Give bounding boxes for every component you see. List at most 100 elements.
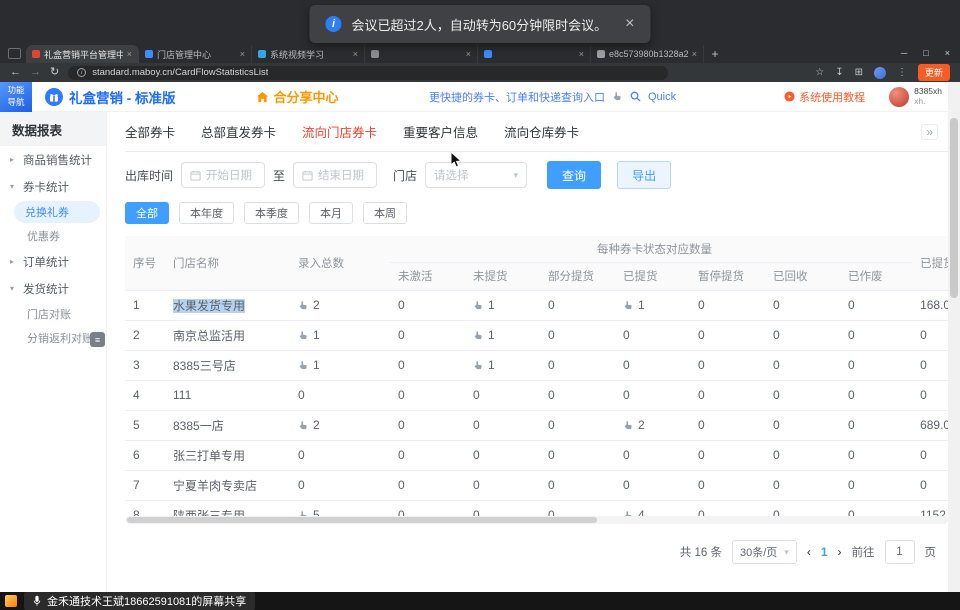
sidebar-item-product-sales-stats[interactable]: ▸ 商品销售统计 — [0, 146, 106, 173]
cell-status-count: 0 — [615, 380, 690, 410]
page-size-select[interactable]: 30条/页 ▾ — [732, 540, 797, 564]
vertical-scrollbar[interactable] — [948, 82, 960, 592]
share-center-link[interactable]: 合分享中心 — [256, 87, 339, 106]
tab-close-icon[interactable]: × — [692, 49, 697, 59]
browser-chrome: i 会议已超过2人，自动转为60分钟限时会议。 × 礼盒营销平台管理中心×门店管… — [0, 0, 960, 82]
horizontal-scrollbar-thumb[interactable] — [127, 517, 597, 523]
hand-link-icon[interactable] — [473, 300, 484, 311]
prev-page-button[interactable]: ‹ — [807, 545, 811, 559]
browser-tab[interactable]: × — [365, 45, 478, 63]
tab-panel-icon[interactable] — [8, 48, 21, 59]
toast-close-icon[interactable]: × — [625, 15, 634, 33]
meeting-app-icon[interactable] — [5, 595, 17, 607]
table-row: 8陕西张三专用500040001152.0 — [125, 500, 948, 516]
sidebar-item-label: 订单统计 — [23, 254, 69, 270]
hand-link-icon[interactable] — [298, 360, 309, 371]
quick-filter-year[interactable]: 本年度 — [179, 202, 234, 224]
bookmark-star-icon[interactable]: ☆ — [815, 67, 824, 78]
cell-status-count: 0 — [540, 470, 615, 500]
vertical-scrollbar-thumb[interactable] — [950, 118, 958, 298]
back-icon[interactable]: ← — [10, 67, 21, 78]
hand-link-icon[interactable] — [623, 420, 634, 431]
tab-close-icon[interactable]: × — [240, 49, 245, 59]
store-select[interactable]: 请选择 ▾ — [425, 162, 527, 188]
page-goto-input[interactable] — [885, 540, 915, 564]
browser-tab[interactable]: 礼盒营销平台管理中心× — [26, 45, 139, 63]
tutorial-link[interactable]: 系统使用教程 — [784, 89, 865, 105]
cell-status-count: 0 — [690, 470, 765, 500]
quick-filter-all[interactable]: 全部 — [125, 202, 169, 224]
browser-tab[interactable]: × — [478, 45, 591, 63]
microphone-icon — [33, 595, 41, 607]
tab-store-flow-cards[interactable]: 流向门店券卡 — [302, 122, 377, 141]
function-nav-toggle-button[interactable]: 功能 导航 — [0, 82, 32, 112]
horizontal-scrollbar[interactable] — [125, 516, 948, 524]
extensions-icon[interactable]: ⊞ — [855, 67, 863, 78]
user-menu[interactable]: 8385xh xh. — [889, 87, 942, 107]
cell-status-count: 0 — [615, 440, 690, 470]
hand-link-icon[interactable] — [623, 300, 634, 311]
main-content: 全部券卡 总部直发券卡 流向门店券卡 重要客户信息 流向仓库券卡 » 出库时间 … — [107, 112, 948, 592]
cell-row-no: 8 — [125, 500, 165, 516]
tab-key-customer-info[interactable]: 重要客户信息 — [403, 122, 478, 141]
tab-favicon-icon — [32, 50, 40, 58]
sidebar-item-discount-coupon[interactable]: 优惠券 — [0, 224, 106, 248]
meeting-toast: i 会议已超过2人，自动转为60分钟限时会议。 × — [309, 5, 650, 43]
hand-link-icon[interactable] — [298, 330, 309, 341]
refresh-icon[interactable]: ↻ — [50, 67, 59, 78]
tab-hq-direct-cards[interactable]: 总部直发券卡 — [201, 122, 276, 141]
tab-close-icon[interactable]: × — [127, 49, 132, 59]
quick-entry[interactable]: 更快捷的券卡、订单和快递查询入口 Quick — [429, 89, 676, 105]
end-date-input[interactable]: 结束日期 — [293, 162, 377, 188]
cell-status-count: 1 — [465, 320, 540, 350]
nav-toggle-line2: 导航 — [7, 97, 24, 108]
hand-link-icon[interactable] — [473, 330, 484, 341]
url-box[interactable]: i standard.maboy.cn/CardFlowStatisticsLi… — [68, 66, 668, 80]
browser-tab[interactable]: 系统视频学习× — [252, 45, 365, 63]
forward-icon[interactable]: → — [30, 67, 41, 78]
hand-link-icon[interactable] — [473, 360, 484, 371]
cell-amount: 168.0 — [912, 290, 948, 320]
hand-link-icon[interactable] — [298, 420, 309, 431]
sidebar-item-store-reconciliation[interactable]: 门店对账 — [0, 302, 106, 326]
screen-share-indicator[interactable]: 金禾通技术王斌18662591081的屏幕共享 — [24, 592, 255, 610]
window-close-button[interactable]: × — [945, 48, 950, 58]
cell-status-count: 0 — [615, 350, 690, 380]
cell-store-name: 111 — [165, 380, 290, 410]
browser-menu-icon[interactable]: ⋮ — [897, 67, 907, 78]
browser-tab[interactable]: 门店管理中心× — [139, 45, 252, 63]
window-minimize-button[interactable]: ─ — [901, 48, 907, 58]
cell-status-count: 0 — [390, 380, 465, 410]
sidebar-item-order-stats[interactable]: ▸ 订单统计 — [0, 248, 106, 275]
cell-status-count: 0 — [765, 290, 840, 320]
download-icon[interactable]: ↧ — [835, 67, 843, 78]
current-page[interactable]: 1 — [821, 545, 828, 559]
new-tab-button[interactable]: + — [704, 45, 726, 63]
caret-down-icon: ▾ — [10, 182, 18, 191]
sidebar-item-shipping-stats[interactable]: ▾ 发货统计 — [0, 275, 106, 302]
panel-collapse-icon[interactable]: » — [921, 124, 938, 140]
start-date-input[interactable]: 开始日期 — [181, 162, 265, 188]
sidebar-collapse-handle[interactable]: ≡ — [90, 332, 105, 347]
hand-link-icon[interactable] — [298, 300, 309, 311]
tab-close-icon[interactable]: × — [353, 49, 358, 59]
sidebar-item-exchange-coupon[interactable]: 兑换礼券 — [14, 201, 100, 223]
browser-update-button[interactable]: 更新 — [918, 64, 950, 81]
export-button[interactable]: 导出 — [617, 161, 671, 189]
table-row: 4111000000000 — [125, 380, 948, 410]
browser-tab[interactable]: e8c573980b1328a258fd2e6l× — [591, 45, 704, 63]
quick-filter-quarter[interactable]: 本季度 — [244, 202, 299, 224]
search-button[interactable]: 查询 — [547, 161, 601, 189]
quick-filter-month[interactable]: 本月 — [309, 202, 353, 224]
site-info-icon[interactable]: i — [77, 68, 86, 77]
tab-close-icon[interactable]: × — [466, 49, 471, 59]
window-maximize-button[interactable]: □ — [923, 48, 928, 58]
tab-all-cards[interactable]: 全部券卡 — [125, 122, 175, 141]
tab-favicon-icon — [484, 50, 492, 58]
tab-warehouse-flow-cards[interactable]: 流向仓库券卡 — [504, 122, 579, 141]
sidebar-item-card-stats[interactable]: ▾ 券卡统计 — [0, 173, 106, 200]
browser-profile-avatar[interactable] — [874, 67, 886, 79]
tab-close-icon[interactable]: × — [579, 49, 584, 59]
quick-filter-week[interactable]: 本周 — [363, 202, 407, 224]
next-page-button[interactable]: › — [838, 545, 842, 559]
